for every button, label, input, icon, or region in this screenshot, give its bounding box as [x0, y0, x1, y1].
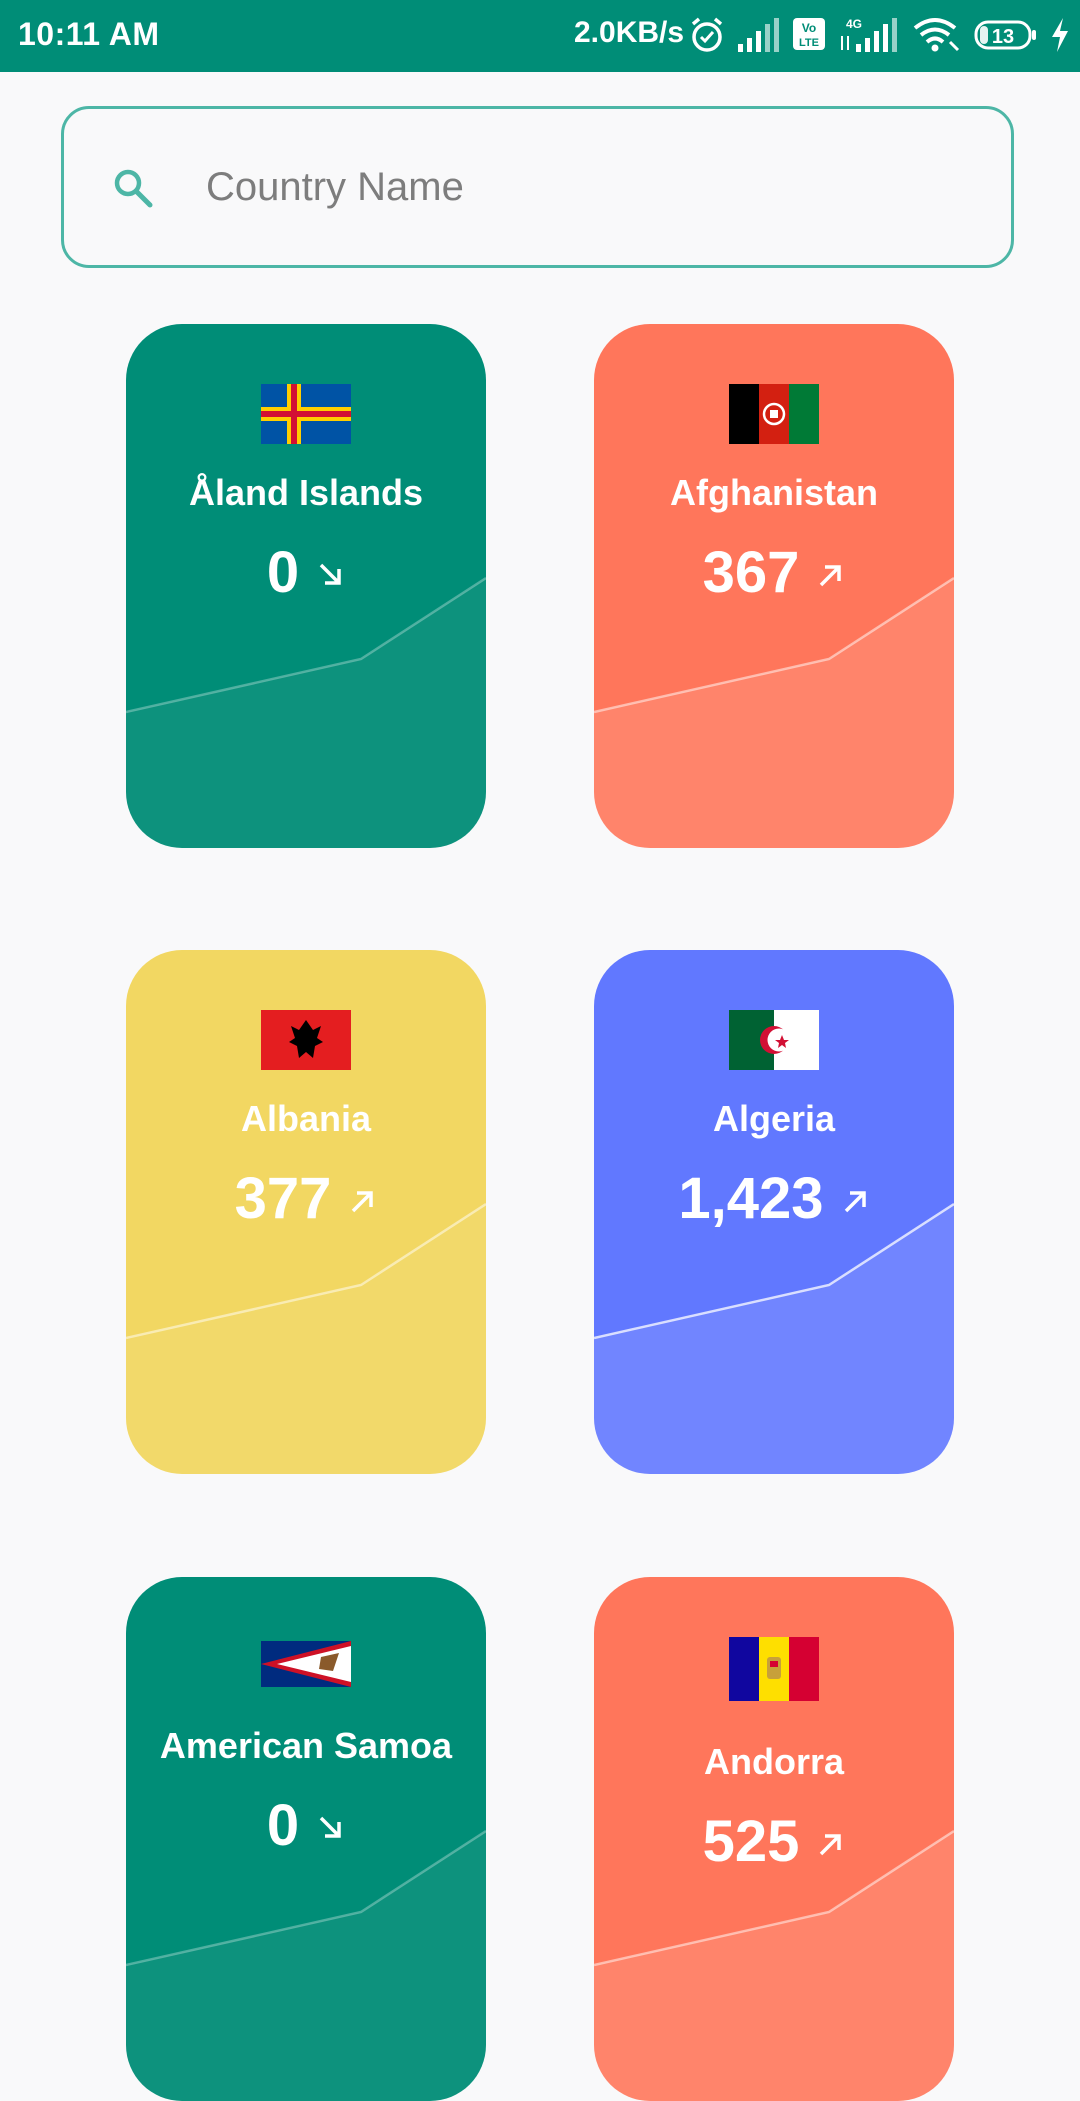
country-card-albania[interactable]: Albania 377: [126, 950, 486, 1474]
battery-level: 13: [992, 26, 1014, 48]
case-count-row: 367: [594, 538, 954, 608]
country-card-andorra[interactable]: Andorra 525: [594, 1577, 954, 2101]
country-name: Afghanistan: [669, 472, 878, 513]
case-count-row: 0: [126, 538, 486, 608]
trend-up-icon: [842, 1161, 870, 1231]
trend-down-icon: [317, 1788, 345, 1858]
signal-icon: [736, 16, 780, 59]
status-bar: 10:11 AM 2.0KB/s Vo LTE 4G 13: [0, 0, 1080, 72]
country-name: Albania: [240, 1098, 372, 1139]
search-box[interactable]: [61, 106, 1014, 268]
trend-down-icon: [317, 535, 345, 605]
4g-signal-icon: 4G: [838, 16, 898, 59]
country-card-american-samoa[interactable]: American Samoa 0: [126, 1577, 486, 2101]
case-count: 367: [702, 540, 800, 605]
search-icon: [112, 167, 156, 216]
trend-up-icon: [817, 1804, 845, 1874]
trend-up-icon: [817, 535, 845, 605]
country-card-afghanistan[interactable]: Afghanistan 367: [594, 324, 954, 848]
afghanistan-flag: [729, 384, 819, 444]
algeria-flag: [729, 1010, 819, 1070]
country-name: American Samoa: [159, 1725, 453, 1766]
volte-icon: Vo LTE: [792, 16, 826, 57]
country-card-algeria[interactable]: Algeria 1,423: [594, 950, 954, 1474]
case-count-row: 377: [126, 1164, 486, 1234]
case-count: 0: [266, 540, 300, 605]
charging-icon: [1048, 16, 1072, 59]
alarm-icon: [688, 16, 726, 59]
wifi-icon: [912, 16, 962, 59]
svg-text:Vo: Vo: [802, 21, 816, 35]
albania-flag: [261, 1010, 351, 1070]
case-count-row: 1,423: [594, 1164, 954, 1234]
status-time: 10:11 AM: [18, 16, 160, 52]
network-speed: 2.0KB/s: [574, 16, 685, 49]
country-name: Åland Islands: [188, 472, 424, 513]
search-input[interactable]: [204, 149, 968, 225]
svg-text:LTE: LTE: [799, 37, 819, 49]
trend-up-icon: [349, 1161, 377, 1231]
country-name: Algeria: [712, 1098, 836, 1139]
country-name: Andorra: [703, 1741, 844, 1782]
case-count: 377: [234, 1166, 332, 1231]
aland-flag: [261, 384, 351, 444]
case-count: 525: [702, 1809, 800, 1874]
country-card-aland-islands[interactable]: Åland Islands 0: [126, 324, 486, 848]
case-count: 0: [266, 1793, 300, 1858]
case-count-row: 525: [594, 1807, 954, 1877]
american-samoa-flag: [261, 1641, 351, 1687]
case-count-row: 0: [126, 1791, 486, 1861]
andorra-flag: [729, 1637, 819, 1701]
case-count: 1,423: [678, 1166, 824, 1231]
battery-icon: 13: [974, 16, 1038, 59]
svg-text:4G: 4G: [846, 17, 862, 31]
